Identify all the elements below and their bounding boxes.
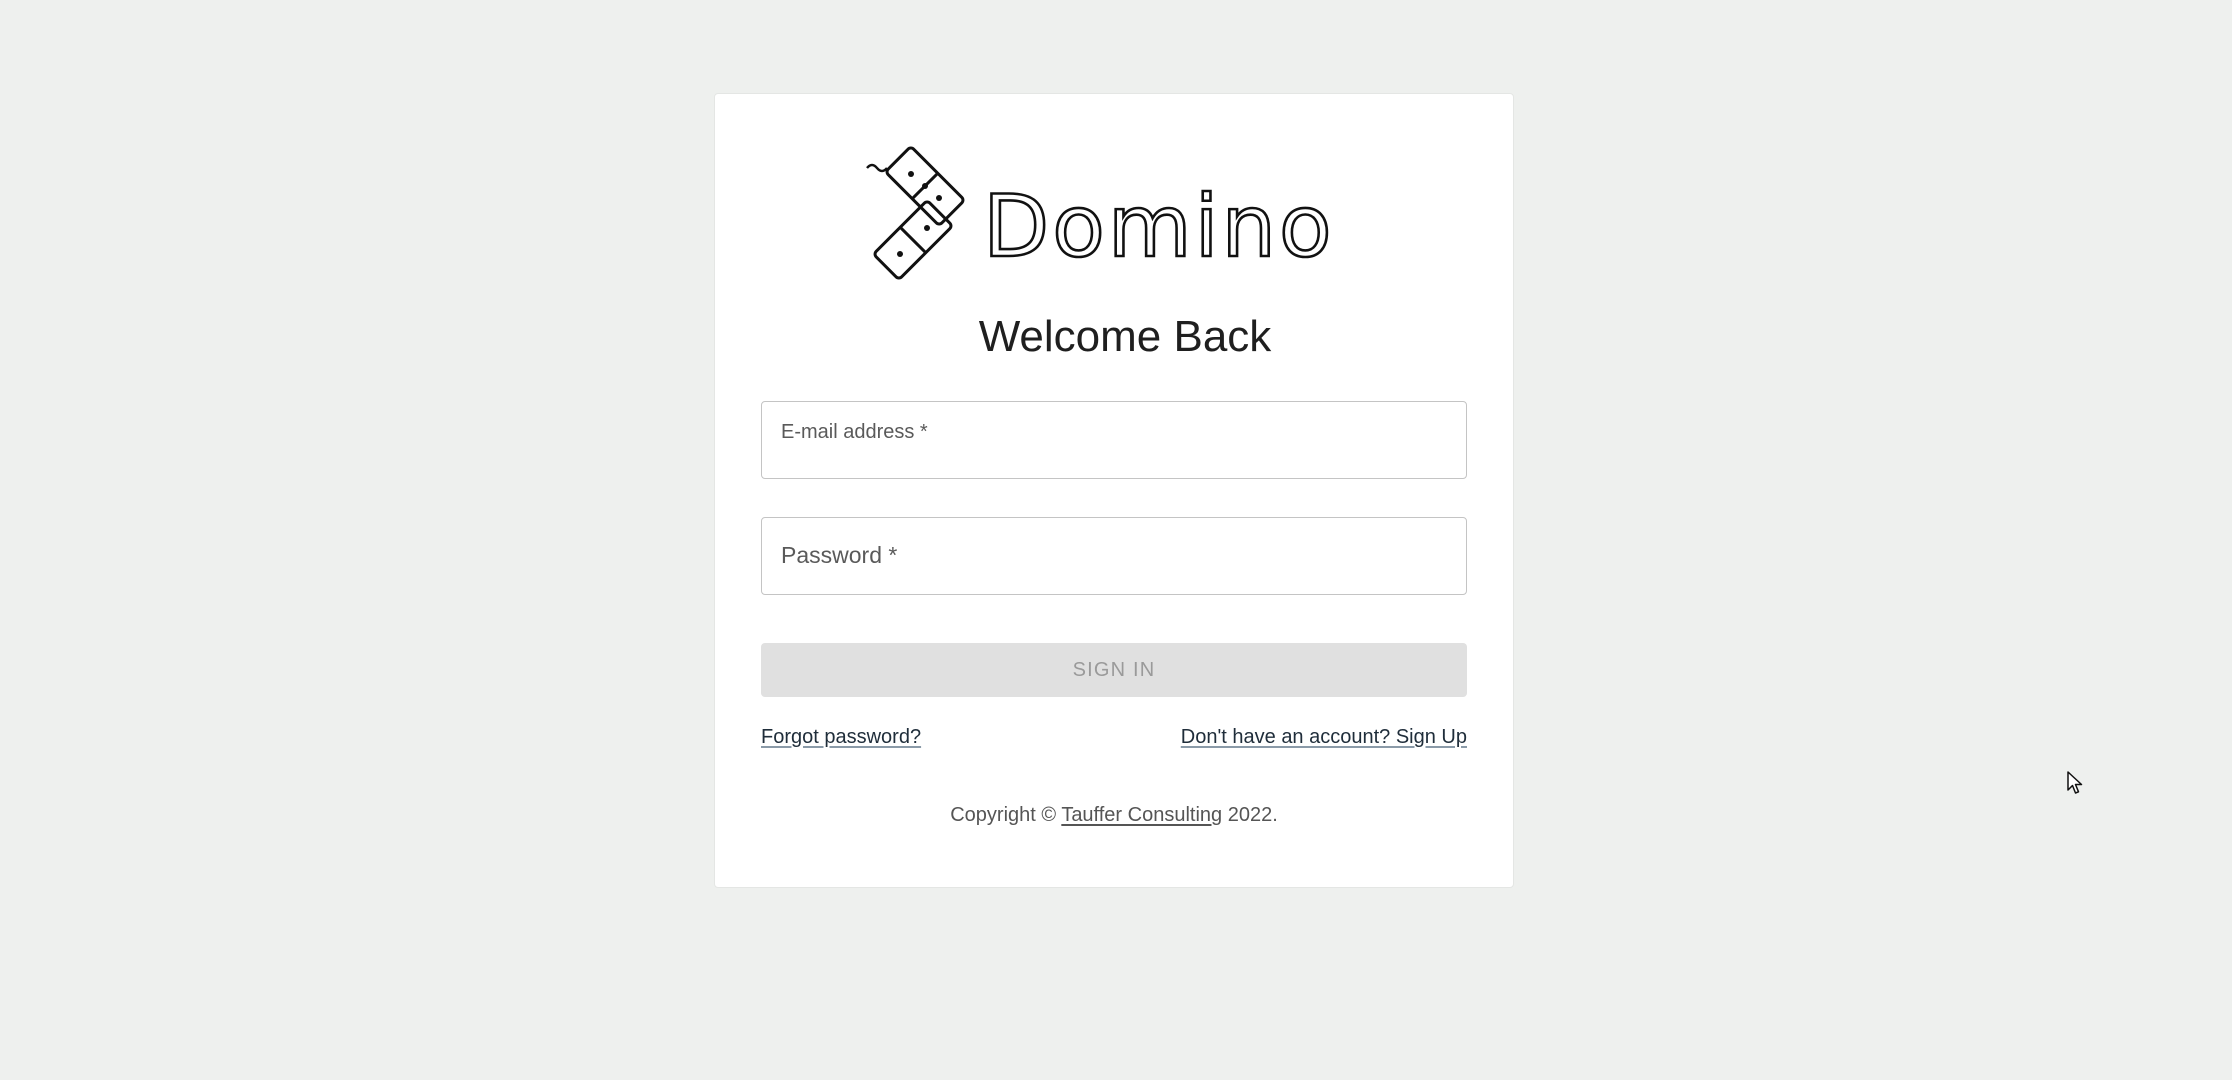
login-page: Domino Welcome Back E-mail address * Pas…	[0, 0, 2232, 1080]
password-field[interactable]: Password *	[761, 517, 1467, 595]
copyright-year: 2022.	[1227, 804, 1278, 826]
sign-up-link[interactable]: Don't have an account? Sign Up	[1181, 726, 1467, 749]
company-link[interactable]: Tauffer Consulting	[1061, 804, 1222, 826]
copyright-prefix: Copyright ©	[950, 804, 1057, 826]
login-card: Domino Welcome Back E-mail address * Pas…	[714, 93, 1514, 888]
welcome-title: Welcome Back	[978, 312, 1272, 361]
brand-wordmark: Domino	[983, 177, 1335, 277]
domino-logo: Domino	[863, 144, 1383, 284]
password-input[interactable]	[781, 556, 1447, 586]
domino-tiles-icon: Domino	[866, 146, 1335, 280]
forgot-password-link[interactable]: Forgot password?	[761, 726, 921, 749]
mouse-pointer-icon	[2067, 771, 2083, 794]
copyright-footer: Copyright © Tauffer Consulting 2022.	[715, 804, 1513, 827]
sign-in-button[interactable]: SIGN IN	[761, 643, 1467, 697]
email-field[interactable]: E-mail address *	[761, 401, 1467, 479]
email-input[interactable]	[781, 440, 1447, 470]
